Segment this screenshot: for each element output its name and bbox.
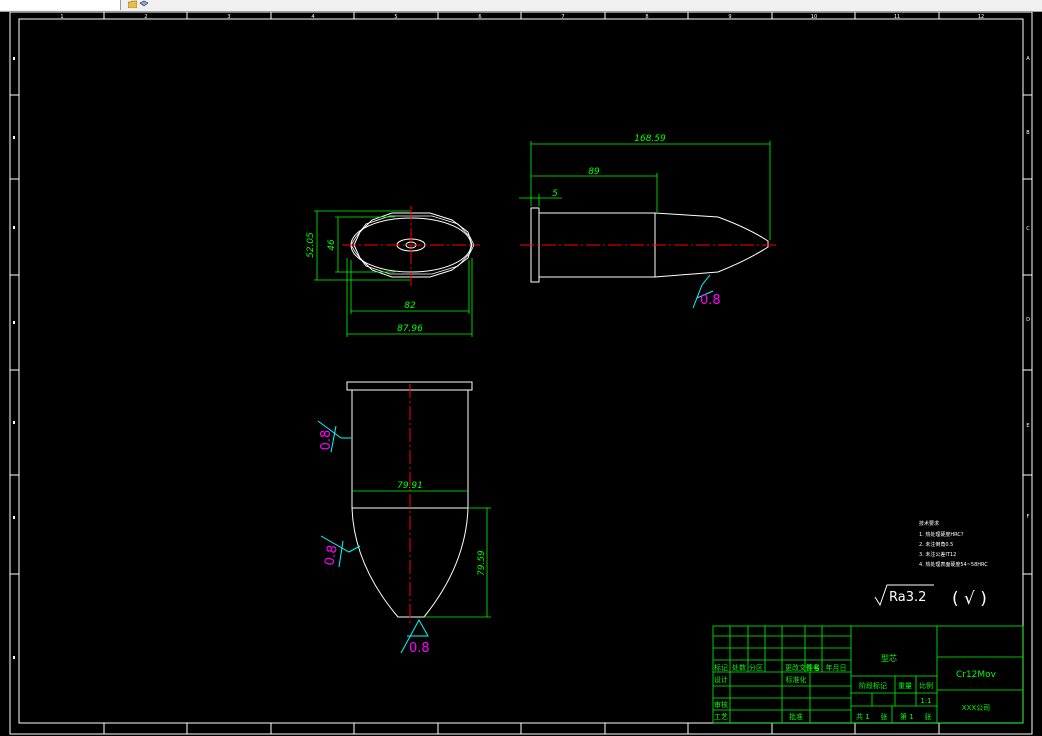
- column-label: 9: [728, 14, 731, 20]
- front-view-dimensions: [352, 490, 491, 618]
- column-label: 4: [311, 14, 314, 20]
- dim-end-width-inner: 82: [404, 301, 416, 311]
- column-label: 1: [60, 14, 63, 20]
- column-label: 10: [811, 14, 817, 20]
- note-2: 2. 未注倒角0.5: [919, 541, 953, 548]
- label-approve: 批准: [789, 712, 803, 721]
- material: Cr12Mov: [956, 670, 997, 680]
- roughness-top-value: 0.8: [700, 293, 721, 308]
- drawing-canvas[interactable]: 1 2 3 4 5 6 7 8 9 10 11 12 ABCDEF 52.05 46 82 87.96…: [0, 12, 1042, 736]
- row-header-mark: 标记: [714, 663, 728, 672]
- label-reviewer: 审核: [714, 700, 728, 709]
- row-label: A: [1026, 56, 1030, 62]
- label-weight: 重量: [898, 682, 912, 690]
- row-label: D: [1026, 317, 1030, 323]
- dim-end-height-outer: 52.05: [306, 232, 316, 258]
- column-label: 12: [978, 14, 984, 20]
- row-label: F: [1027, 514, 1030, 520]
- column-label: 2: [144, 14, 147, 20]
- row-header-signature: 签名: [806, 663, 820, 672]
- roughness-symbol-front-tip: 0.8: [400, 618, 430, 656]
- dim-front-height: 79.59: [477, 550, 487, 576]
- note-4: 4. 热处理表面硬度54~58HRC: [919, 561, 988, 568]
- roughness-symbol-front-lower: 0.8: [320, 535, 361, 568]
- sheets-total: 共 1: [856, 712, 870, 721]
- notes-heading: 技术要求: [919, 520, 939, 527]
- label-process: 工艺: [714, 713, 728, 721]
- layer-icon[interactable]: [139, 0, 148, 8]
- dim-end-height-inner: 46: [327, 239, 337, 251]
- roughness-front-upper-value: 0.8: [319, 430, 334, 451]
- dim-top-overall: 168.59: [634, 134, 666, 144]
- top-view: [520, 207, 776, 283]
- command-input[interactable]: [0, 0, 121, 10]
- scale-value: 1:1: [920, 697, 931, 705]
- row-header-date: 年月日: [826, 663, 847, 672]
- label-designer: 设计: [714, 675, 728, 684]
- part-name: 型芯: [881, 653, 897, 663]
- roughness-symbol-top: 0.8: [692, 274, 721, 309]
- technical-notes: 技术要求 1. 热处理硬度HRC? 2. 未注倒角0.5 3. 未注公差IT12…: [919, 520, 988, 568]
- row-label: E: [1026, 423, 1029, 429]
- dim-top-mid: 89: [588, 167, 600, 177]
- label-standardize: 标准化: [786, 675, 807, 684]
- sheet-number: 第 1: [900, 712, 914, 721]
- sheet-number-unit: 张: [925, 712, 932, 721]
- dim-end-width-outer: 87.96: [397, 324, 423, 334]
- sheets-total-unit: 张: [881, 712, 888, 721]
- note-3: 3. 未注公差IT12: [919, 551, 956, 558]
- dim-front-width: 79.91: [397, 481, 423, 491]
- company-name: XXX公司: [962, 704, 990, 712]
- title-block-text: 型芯 Cr12Mov XXX公司 标记 处数 分区 更改文件号 签名 年月日 设…: [714, 653, 997, 721]
- end-view: [342, 206, 480, 286]
- roughness-front-lower-value: 0.8: [322, 544, 340, 567]
- row-header-count: 处数: [732, 663, 746, 672]
- zone-markers: [13, 57, 15, 659]
- column-label: 11: [894, 14, 900, 20]
- surface-finish-block: Ra3.2 ( √ ): [874, 584, 987, 609]
- roughness-symbol-front-upper: 0.8: [317, 420, 351, 453]
- row-labels: A B C D E F: [1026, 56, 1030, 520]
- label-scale: 比例: [919, 681, 933, 690]
- folder-icon[interactable]: [128, 0, 137, 8]
- surface-finish-others: ( √ ): [952, 589, 987, 609]
- dim-top-flange: 5: [552, 189, 558, 199]
- label-stage-mark: 阶段标记: [859, 681, 887, 690]
- row-label: C: [1026, 226, 1030, 232]
- column-label: 3: [227, 14, 230, 20]
- row-label: B: [1026, 130, 1030, 136]
- column-label: 7: [561, 14, 564, 20]
- inner-frame: [18, 18, 1024, 724]
- row-header-zone: 分区: [749, 663, 763, 672]
- front-view: [346, 381, 473, 625]
- column-label: 8: [645, 14, 648, 20]
- roughness-front-tip-value: 0.8: [409, 641, 430, 656]
- surface-finish-general: Ra3.2: [889, 590, 926, 605]
- column-label: 5: [394, 14, 397, 20]
- toolbar: [0, 0, 1042, 12]
- column-label: 6: [478, 14, 481, 20]
- note-1: 1. 热处理硬度HRC?: [919, 531, 964, 538]
